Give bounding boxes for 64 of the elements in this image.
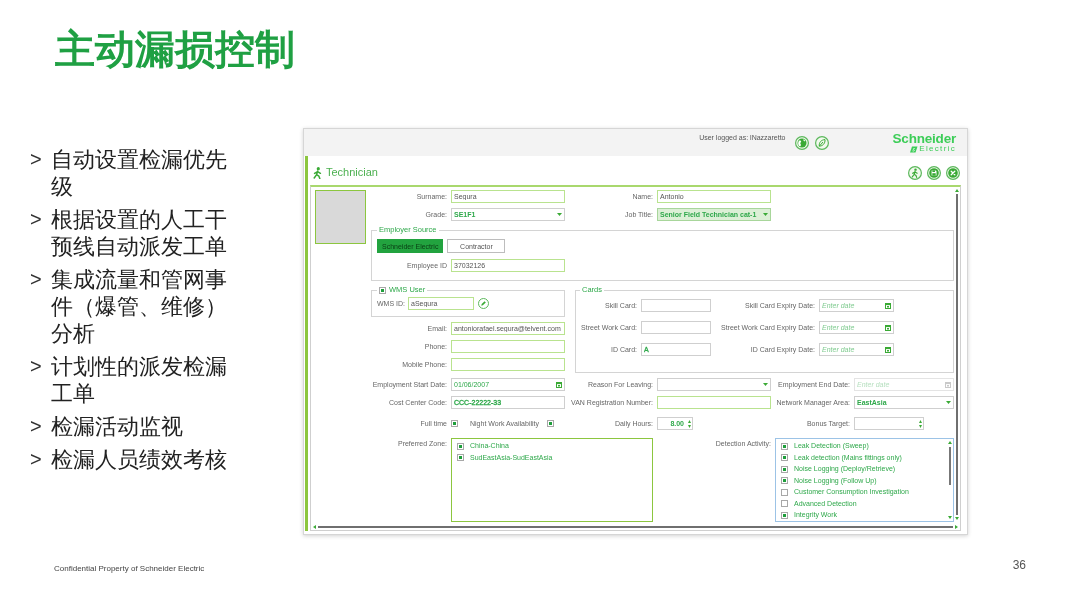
page-number: 36 bbox=[1012, 558, 1026, 572]
checkbox[interactable] bbox=[547, 420, 554, 427]
walking-person-icon bbox=[312, 166, 322, 179]
form-title: Technician bbox=[326, 166, 378, 179]
input-field[interactable] bbox=[641, 321, 711, 334]
scrollbar-thumb[interactable] bbox=[318, 525, 953, 528]
bullet-text: 计划性的派发检漏工单 bbox=[50, 353, 228, 407]
save-icon[interactable] bbox=[927, 165, 941, 180]
logo-mark-icon bbox=[909, 145, 919, 153]
input-field[interactable] bbox=[641, 299, 711, 312]
logo-wordmark: Schneider bbox=[892, 132, 956, 145]
checkbox[interactable] bbox=[457, 442, 464, 450]
scrollbar-thumb[interactable] bbox=[956, 194, 958, 515]
spinner-arrows-icon[interactable] bbox=[688, 419, 691, 428]
bullet-marker: > bbox=[30, 207, 42, 232]
checkbox[interactable] bbox=[781, 477, 788, 484]
bullet-marker: > bbox=[30, 354, 42, 379]
checkbox[interactable] bbox=[781, 500, 788, 507]
calendar-icon[interactable] bbox=[945, 381, 951, 388]
number-spinner[interactable] bbox=[854, 417, 924, 430]
dropdown[interactable] bbox=[657, 378, 771, 391]
walking-person-icon[interactable] bbox=[908, 165, 922, 180]
caret-up-icon[interactable] bbox=[955, 189, 959, 192]
spinner-arrows-icon[interactable] bbox=[919, 419, 922, 428]
bullet-marker: > bbox=[30, 414, 42, 439]
logo-subtitle: Electric bbox=[919, 145, 956, 153]
input-field[interactable] bbox=[451, 358, 565, 371]
pencil-icon[interactable] bbox=[478, 298, 489, 309]
calendar-icon[interactable] bbox=[885, 302, 891, 309]
checkbox[interactable] bbox=[781, 454, 788, 461]
photo-placeholder bbox=[315, 190, 366, 244]
leaf-icon[interactable] bbox=[814, 135, 829, 150]
caret-up-icon[interactable] bbox=[948, 441, 952, 444]
checkbox[interactable] bbox=[781, 511, 788, 519]
bullet-marker: > bbox=[30, 447, 42, 472]
slide-title: 主动漏损控制 bbox=[55, 26, 295, 72]
globe-icon[interactable] bbox=[794, 135, 809, 150]
caret-left-icon[interactable] bbox=[313, 524, 316, 529]
caret-down-icon bbox=[763, 383, 768, 386]
checkbox[interactable] bbox=[457, 454, 464, 461]
close-icon[interactable] bbox=[946, 165, 960, 180]
caret-down-icon bbox=[763, 213, 768, 216]
checkbox[interactable] bbox=[451, 420, 458, 427]
caret-down-icon bbox=[557, 213, 562, 216]
bullet-marker: > bbox=[30, 267, 42, 292]
bullet-text: 检漏活动监视 bbox=[50, 413, 183, 440]
bullet-text: 集成流量和管网事件（爆管、维修）分析 bbox=[50, 266, 228, 347]
scrollbar-thumb[interactable] bbox=[949, 447, 951, 485]
caret-right-icon[interactable] bbox=[955, 524, 958, 529]
checkbox[interactable] bbox=[781, 488, 788, 496]
footer-note: Confidential Property of Schneider Electric bbox=[54, 564, 205, 574]
calendar-icon[interactable] bbox=[556, 381, 562, 388]
bullet-text: 检漏人员绩效考核 bbox=[50, 446, 227, 473]
input-field[interactable] bbox=[657, 396, 771, 409]
checkbox[interactable] bbox=[379, 286, 386, 294]
checkbox[interactable] bbox=[781, 442, 788, 450]
bullet-marker: > bbox=[30, 147, 42, 172]
calendar-icon[interactable] bbox=[885, 346, 891, 353]
caret-down-icon bbox=[946, 401, 951, 404]
bullet-text: 根据设置的人工干预线自动派发工单 bbox=[50, 206, 228, 260]
calendar-icon[interactable] bbox=[885, 324, 891, 331]
input-field[interactable] bbox=[451, 340, 565, 353]
checkbox[interactable] bbox=[781, 465, 788, 473]
bullet-text: 自动设置检漏优先级 bbox=[50, 146, 228, 200]
